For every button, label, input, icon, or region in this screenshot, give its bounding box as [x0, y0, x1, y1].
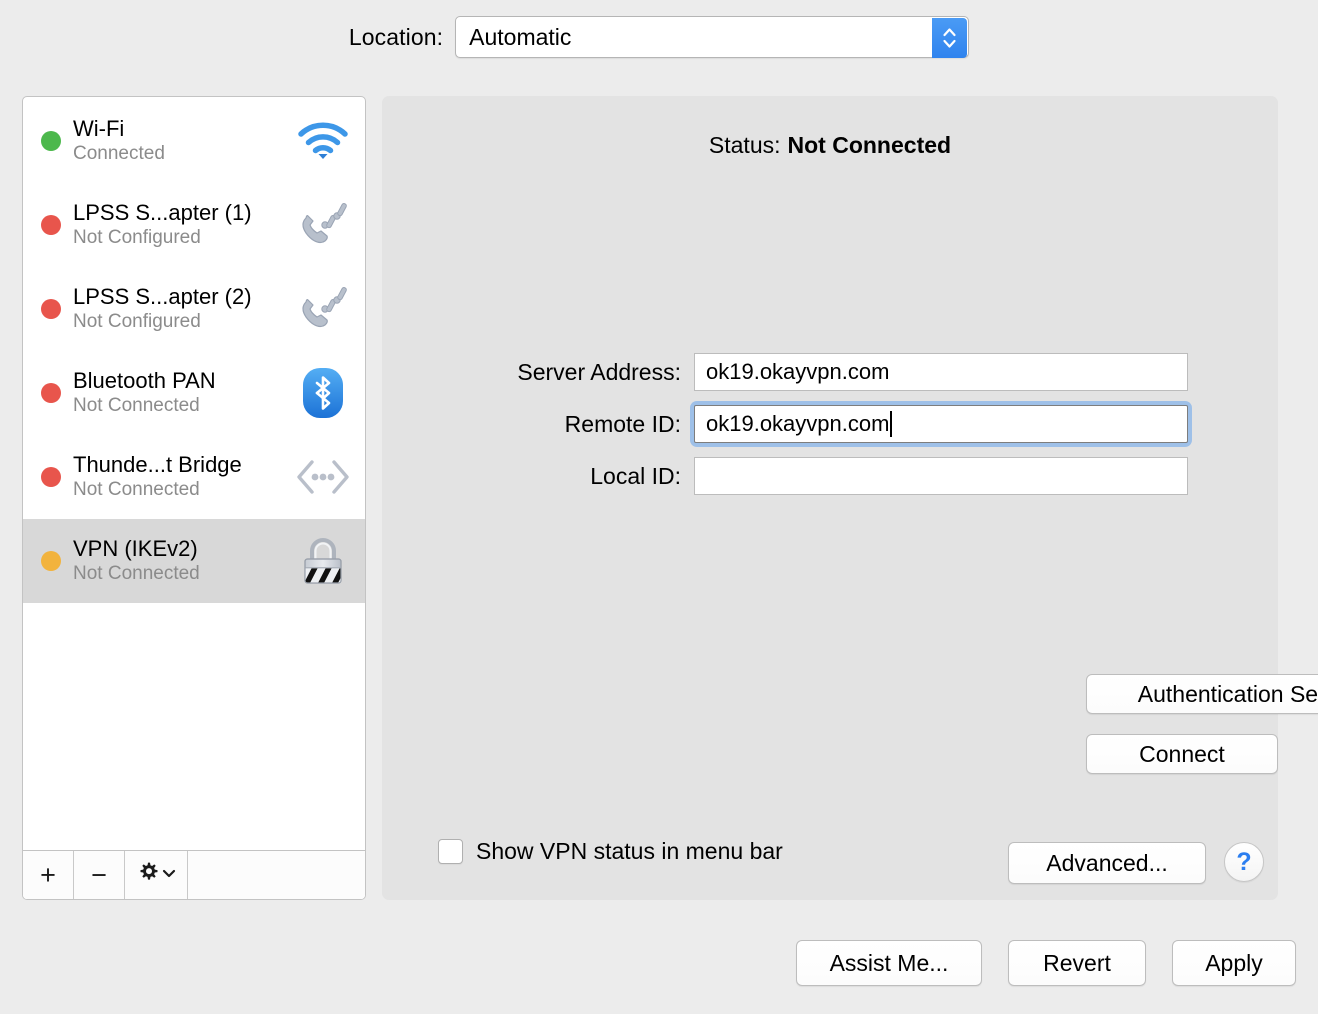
- show-vpn-status-label: Show VPN status in menu bar: [476, 838, 783, 864]
- service-row-lpss-adapter-1[interactable]: LPSS S...apter (1) Not Configured: [23, 183, 365, 267]
- modem-phone-icon: [295, 281, 351, 337]
- service-status: Not Configured: [73, 311, 201, 332]
- status-dot: [41, 131, 61, 151]
- service-status: Connected: [73, 143, 165, 164]
- service-name: LPSS S...apter (2): [73, 284, 252, 309]
- service-status: Not Connected: [73, 395, 200, 416]
- remote-id-value: ok19.okayvpn.com: [706, 411, 890, 436]
- wifi-icon: [295, 113, 351, 169]
- stepper-up-down-icon[interactable]: [932, 18, 968, 58]
- status-dot: [41, 299, 61, 319]
- vpn-settings-panel: Status: Not Connected Server Address: ok1…: [382, 96, 1318, 900]
- service-actions-menu-button[interactable]: [125, 851, 188, 899]
- location-bar: Location: Automatic: [0, 0, 1318, 74]
- service-name: LPSS S...apter (1): [73, 200, 252, 225]
- authentication-settings-button[interactable]: Authentication Settings...: [1086, 674, 1318, 714]
- remote-id-input[interactable]: ok19.okayvpn.com: [694, 405, 1188, 443]
- connection-status-line: Status: Not Connected: [382, 132, 1278, 159]
- vpn-form: Server Address: ok19.okayvpn.com Remote …: [382, 353, 1278, 509]
- show-vpn-status-checkbox[interactable]: [438, 839, 463, 864]
- service-name: Thunde...t Bridge: [73, 452, 242, 477]
- window-action-bar: Assist Me... Revert Apply: [0, 940, 1296, 986]
- form-row-remote-id: Remote ID: ok19.okayvpn.com: [382, 401, 1278, 447]
- status-dot: [41, 467, 61, 487]
- gear-icon: [136, 861, 160, 890]
- form-row-server-address: Server Address: ok19.okayvpn.com: [382, 353, 1278, 391]
- add-service-button[interactable]: +: [23, 851, 74, 899]
- bluetooth-icon: [295, 365, 351, 421]
- connect-button[interactable]: Connect: [1086, 734, 1278, 774]
- service-row-thunderbolt-bridge[interactable]: Thunde...t Bridge Not Connected: [23, 435, 365, 519]
- remove-service-button[interactable]: −: [74, 851, 125, 899]
- location-label: Location:: [348, 23, 444, 50]
- apply-button[interactable]: Apply: [1172, 940, 1296, 986]
- service-row-vpn-ikev2[interactable]: VPN (IKEv2) Not Connected: [23, 519, 365, 603]
- status-dot: [41, 551, 61, 571]
- help-button[interactable]: ?: [1224, 842, 1264, 882]
- vpn-lock-icon: [295, 533, 351, 589]
- modem-phone-icon: [295, 197, 351, 253]
- service-row-wifi[interactable]: Wi-Fi Connected: [23, 99, 365, 183]
- network-services-sidebar: Wi-Fi Connected LPSS S...apter (1) Not C…: [22, 96, 366, 900]
- server-address-input[interactable]: ok19.okayvpn.com: [694, 353, 1188, 391]
- server-address-value: ok19.okayvpn.com: [706, 359, 890, 384]
- service-status: Not Connected: [73, 479, 200, 500]
- status-dot: [41, 383, 61, 403]
- service-row-lpss-adapter-2[interactable]: LPSS S...apter (2) Not Configured: [23, 267, 365, 351]
- status-value: Not Connected: [787, 132, 952, 158]
- server-address-label: Server Address:: [517, 358, 681, 385]
- location-selected-value: Automatic: [469, 23, 572, 50]
- remote-id-label: Remote ID:: [564, 410, 681, 437]
- service-row-bluetooth-pan[interactable]: Bluetooth PAN Not Connected: [23, 351, 365, 435]
- show-vpn-status-row[interactable]: Show VPN status in menu bar: [438, 838, 783, 865]
- remote-id-focus-ring: ok19.okayvpn.com: [690, 401, 1192, 447]
- network-services-list: Wi-Fi Connected LPSS S...apter (1) Not C…: [23, 97, 365, 850]
- location-popup-button[interactable]: Automatic: [455, 16, 970, 58]
- thunderbolt-bridge-icon: [295, 449, 351, 505]
- service-name: Wi-Fi: [73, 116, 125, 141]
- status-label: Status:: [708, 132, 781, 158]
- service-name: Bluetooth PAN: [73, 368, 216, 393]
- chevron-down-icon: [162, 866, 176, 884]
- service-status: Not Configured: [73, 227, 201, 248]
- status-dot: [41, 215, 61, 235]
- text-caret: [890, 411, 893, 437]
- plus-icon: +: [40, 859, 56, 890]
- toolbar-filler: [188, 851, 365, 899]
- minus-icon: −: [91, 859, 107, 890]
- revert-button[interactable]: Revert: [1008, 940, 1146, 986]
- advanced-button[interactable]: Advanced...: [1008, 842, 1206, 884]
- local-id-input[interactable]: [694, 457, 1188, 495]
- service-name: VPN (IKEv2): [73, 536, 198, 561]
- form-row-local-id: Local ID:: [382, 457, 1278, 495]
- services-toolbar: + −: [23, 850, 365, 899]
- assist-me-button[interactable]: Assist Me...: [796, 940, 982, 986]
- service-status: Not Connected: [73, 563, 200, 584]
- local-id-label: Local ID:: [590, 462, 681, 489]
